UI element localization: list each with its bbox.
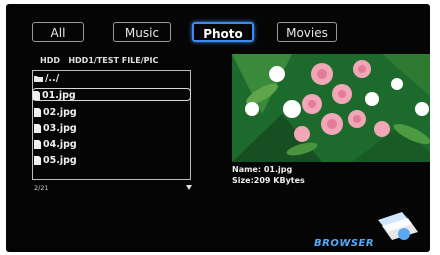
tab-photo-label: Photo: [203, 27, 243, 41]
list-item-label: 03.jpg: [43, 123, 77, 134]
tab-music-label: Music: [124, 26, 160, 40]
file-icon: [34, 156, 41, 165]
list-item-label: 05.jpg: [43, 155, 77, 166]
tab-all[interactable]: All: [32, 22, 84, 42]
browser-logo-text: BROWSER: [314, 238, 375, 249]
media-browser-screen: All Music Photo Movies HDD HDD1/TEST FIL…: [6, 4, 430, 252]
tab-all-label: All: [50, 26, 66, 40]
page-indicator: 2/21: [34, 184, 49, 192]
list-item-label: 01.jpg: [42, 90, 76, 101]
file-icon: [34, 124, 41, 133]
tab-movies-label: Movies: [286, 26, 328, 40]
list-item[interactable]: 02.jpg: [34, 106, 77, 119]
photo-preview: [232, 54, 430, 162]
list-item-label: 04.jpg: [43, 139, 77, 150]
drive-label: HDD: [40, 56, 60, 65]
flowers-photo: [232, 54, 430, 162]
scroll-down-icon[interactable]: [186, 185, 192, 190]
list-item-label: 02.jpg: [43, 107, 77, 118]
tab-music[interactable]: Music: [113, 22, 171, 42]
photo-name: Name: 01.jpg: [232, 165, 293, 174]
photo-size: Size:209 KBytes: [232, 176, 305, 185]
list-item[interactable]: 05.jpg: [34, 154, 77, 167]
list-item[interactable]: 04.jpg: [34, 138, 77, 151]
file-icon: [34, 140, 41, 149]
list-item-label: /../: [45, 73, 60, 84]
tab-photo[interactable]: Photo: [192, 22, 254, 42]
folder-icon: [34, 76, 43, 82]
file-icon: [34, 108, 41, 117]
browser-logo-icon: [378, 212, 418, 240]
list-item-selected[interactable]: 01.jpg: [32, 88, 191, 101]
file-icon: [33, 91, 40, 100]
path-label: HDD1/TEST FILE/PIC: [68, 56, 159, 65]
list-item-parent-folder[interactable]: /../: [34, 72, 59, 85]
breadcrumb: HDD HDD1/TEST FILE/PIC: [40, 56, 158, 65]
tab-movies[interactable]: Movies: [277, 22, 337, 42]
list-item[interactable]: 03.jpg: [34, 122, 77, 135]
